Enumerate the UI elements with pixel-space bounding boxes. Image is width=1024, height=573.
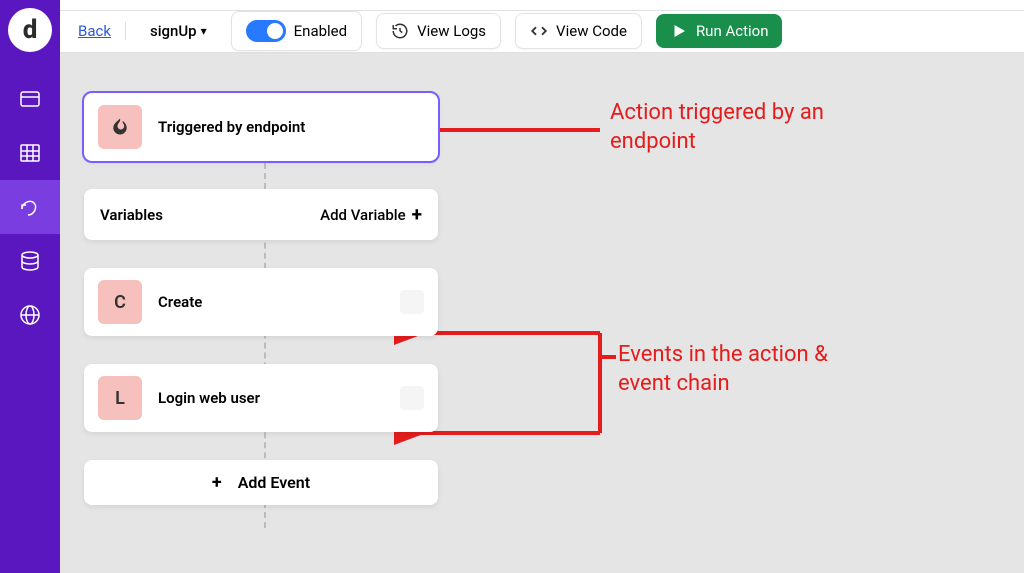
variables-node[interactable]: Variables Add Variable + — [84, 189, 438, 240]
trigger-title: Triggered by endpoint — [158, 118, 305, 136]
api-icon — [18, 87, 42, 111]
back-link[interactable]: Back — [78, 22, 126, 40]
main-area: Back signUp ▾ Enabled View Logs View Cod… — [60, 0, 1024, 573]
view-code-label: View Code — [556, 22, 627, 40]
event-badge: C — [98, 280, 142, 324]
sidebar-item-database[interactable] — [0, 234, 60, 288]
annotation-trigger-text: Action triggered by an endpoint — [610, 99, 870, 156]
add-event-label: Add Event — [238, 473, 310, 492]
code-icon — [530, 22, 548, 40]
play-icon — [670, 22, 688, 40]
history-icon — [391, 22, 409, 40]
event-settings-slot[interactable] — [400, 290, 424, 314]
event-settings-slot[interactable] — [400, 386, 424, 410]
toolbar: Back signUp ▾ Enabled View Logs View Cod… — [60, 11, 1024, 53]
enabled-label: Enabled — [294, 22, 347, 40]
fire-icon — [98, 105, 142, 149]
toggle-switch-icon — [246, 20, 286, 42]
actions-icon — [18, 195, 42, 219]
event-badge: L — [98, 376, 142, 420]
sidebar-item-globe[interactable] — [0, 288, 60, 342]
sidebar-item-actions[interactable] — [0, 180, 60, 234]
flow-canvas: Triggered by endpoint Variables Add Vari… — [60, 53, 1024, 573]
app-logo[interactable]: d — [8, 8, 52, 52]
run-action-button[interactable]: Run Action — [656, 14, 783, 48]
action-selector[interactable]: signUp ▾ — [140, 16, 217, 46]
view-logs-button[interactable]: View Logs — [376, 13, 501, 49]
event-node-create[interactable]: C Create — [84, 268, 438, 336]
add-variable-button[interactable]: Add Variable + — [320, 203, 422, 226]
table-icon — [18, 141, 42, 165]
variables-label: Variables — [100, 206, 163, 224]
action-name-label: signUp — [150, 22, 197, 40]
event-title: Create — [158, 293, 202, 311]
enabled-toggle-btn[interactable]: Enabled — [231, 11, 362, 51]
view-logs-label: View Logs — [417, 22, 486, 40]
globe-icon — [18, 303, 42, 327]
event-node-login[interactable]: L Login web user — [84, 364, 438, 432]
annotation-events-text: Events in the action & event chain — [618, 341, 878, 398]
sidebar-item-tables[interactable] — [0, 126, 60, 180]
add-event-node[interactable]: + Add Event — [84, 460, 438, 505]
trigger-node[interactable]: Triggered by endpoint — [84, 93, 438, 161]
sidebar-item-api[interactable] — [0, 72, 60, 126]
plus-icon: + — [212, 472, 222, 493]
top-strip — [60, 0, 1024, 11]
add-variable-label: Add Variable — [320, 206, 406, 224]
run-action-label: Run Action — [696, 22, 769, 40]
chevron-down-icon: ▾ — [201, 24, 207, 38]
plus-icon: + — [412, 203, 422, 226]
event-title: Login web user — [158, 389, 260, 407]
database-icon — [18, 249, 42, 273]
sidebar: d — [0, 0, 60, 573]
view-code-button[interactable]: View Code — [515, 13, 642, 49]
